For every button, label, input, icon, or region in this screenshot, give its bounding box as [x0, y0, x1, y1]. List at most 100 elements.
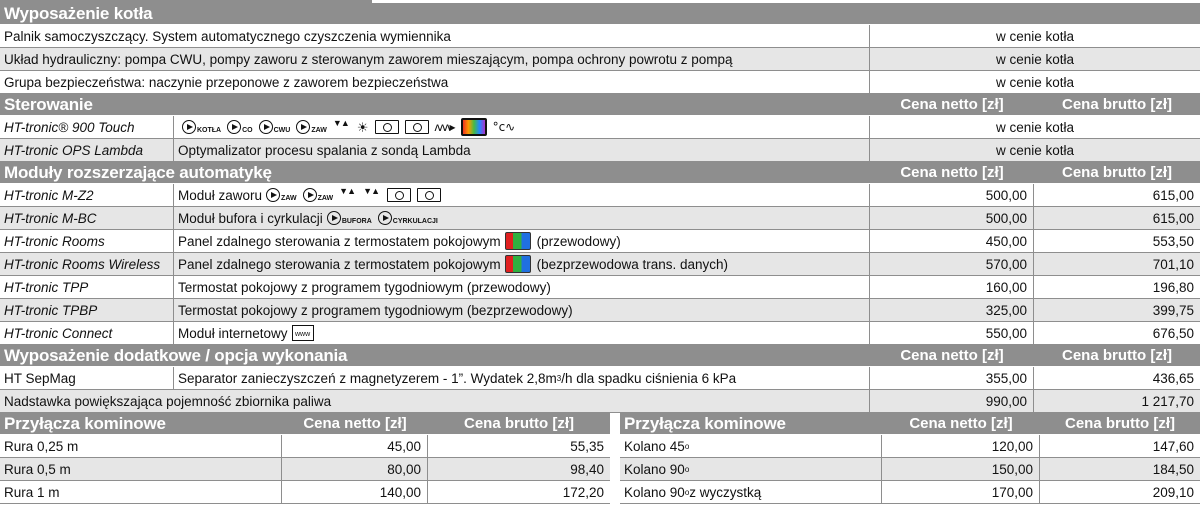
netto-header: Cena netto [zł] [900, 96, 1004, 113]
pump-icon: ZAW [266, 188, 297, 202]
pump-icon: KOTŁA [182, 120, 221, 134]
table-row: HT-tronic Connect Moduł internetowy www … [0, 322, 1200, 345]
row-description: Termostat pokojowy z programem tygodniow… [174, 276, 870, 298]
row-price: w cenie kotła [995, 51, 1075, 67]
feature-icons: KOTŁA CO CWU ZAW ☀ ᴧᴧᴧ▸ °c∿ [174, 116, 870, 138]
price-brutto: 184,50 [1152, 461, 1194, 477]
brutto-header: Cena brutto [zł] [1065, 415, 1175, 432]
product-name: Kolano 90 o [620, 458, 882, 480]
price-brutto: 209,10 [1152, 484, 1194, 500]
section-header-chimney: Przyłącza kominowe Cena netto [zł] Cena … [620, 413, 1200, 435]
table-row: HT-tronic M-BC Moduł bufora i cyrkulacji… [0, 207, 1200, 230]
table-row: Rura 0,5 m 80,00 98,40 [0, 458, 610, 481]
price-netto: 500,00 [870, 207, 1034, 229]
product-name: HT-tronic Rooms Wireless [0, 253, 174, 275]
price-netto: 550,00 [870, 322, 1034, 344]
section-header-chimney: Przyłącza kominowe Cena netto [zł] Cena … [0, 413, 610, 435]
heating-curve-icon: ᴧᴧᴧ▸ [434, 120, 456, 134]
product-name: HT-tronic OPS Lambda [0, 139, 174, 161]
netto-header: Cena netto [zł] [303, 415, 407, 432]
valve-icon [333, 118, 351, 134]
table-row: Układ hydrauliczny: pompa CWU, pompy zaw… [0, 48, 1200, 71]
price-netto: 170,00 [882, 481, 1040, 503]
table-row: Kolano 45 o 120,00 147,60 [620, 435, 1200, 458]
table-row: HT-tronic® 900 Touch KOTŁA CO CWU ZAW ☀ … [0, 116, 1200, 139]
row-description: Moduł bufora i cyrkulacji BUFORA CYRKULA… [174, 207, 870, 229]
row-description: Grupa bezpieczeństwa: naczynie przeponow… [0, 71, 870, 93]
price-brutto: 553,50 [1152, 233, 1194, 249]
row-price: w cenie kotła [995, 119, 1075, 135]
table-row: HT-tronic Rooms Panel zdalnego sterowani… [0, 230, 1200, 253]
brutto-header: Cena brutto [zł] [1062, 164, 1172, 181]
price-brutto: 147,60 [1152, 438, 1194, 454]
section-header-modules: Moduły rozszerzające automatykę Cena net… [0, 162, 1200, 184]
price-netto: 45,00 [282, 435, 428, 457]
table-row: Kolano 90 o z wyczystką 170,00 209,10 [620, 481, 1200, 504]
price-brutto: 615,00 [1152, 187, 1194, 203]
table-row: Kolano 90 o 150,00 184,50 [620, 458, 1200, 481]
price-brutto: 436,65 [1152, 370, 1194, 386]
netto-header: Cena netto [zł] [900, 164, 1004, 181]
section-title: Wyposażenie dodatkowe / opcja wykonania [4, 345, 348, 365]
table-row: Grupa bezpieczeństwa: naczynie przeponow… [0, 71, 1200, 94]
row-description: Moduł zaworu ZAW ZAW [174, 184, 870, 206]
price-brutto: 172,20 [562, 484, 604, 500]
chimney-tables: Przyłącza kominowe Cena netto [zł] Cena … [0, 413, 1200, 504]
pump-icon: CWU [258, 120, 290, 134]
product-name: HT-tronic TPP [0, 276, 174, 298]
price-brutto: 399,75 [1152, 302, 1194, 318]
price-netto: 140,00 [282, 481, 428, 503]
row-description: Termostat pokojowy z programem tygodniow… [174, 299, 870, 321]
row-description: Nadstawka powiększająca pojemność zbiorn… [0, 390, 870, 412]
netto-header: Cena netto [zł] [900, 347, 1004, 364]
price-brutto: 1 217,70 [1141, 393, 1194, 409]
product-name: Rura 0,5 m [0, 458, 282, 480]
netto-header: Cena netto [zł] [909, 415, 1013, 432]
table-row: Palnik samoczyszczący. System automatycz… [0, 25, 1200, 48]
row-description: Separator zanieczyszczeń z magnetyzerem … [174, 367, 870, 389]
chimney-table-right: Przyłącza kominowe Cena netto [zł] Cena … [620, 413, 1200, 504]
solar-icon: ☀ [356, 119, 369, 135]
section-title: Wyposażenie kotła [4, 3, 153, 23]
chimney-table-left: Przyłącza kominowe Cena netto [zł] Cena … [0, 413, 610, 504]
row-description: Panel zdalnego sterowania z termostatem … [174, 253, 870, 275]
table-row: HT-tronic TPBP Termostat pokojowy z prog… [0, 299, 1200, 322]
table-row: HT-tronic M-Z2 Moduł zaworu ZAW ZAW 500,… [0, 184, 1200, 207]
row-price: w cenie kotła [995, 28, 1075, 44]
brutto-header: Cena brutto [zł] [1062, 96, 1172, 113]
price-netto: 355,00 [870, 367, 1034, 389]
product-name: Rura 0,25 m [0, 435, 282, 457]
thermostat-icon [387, 188, 412, 202]
section-title: Moduły rozszerzające automatykę [4, 162, 272, 182]
pump-icon: ZAW [302, 188, 333, 202]
pump-icon: ZAW [296, 120, 327, 134]
section-title: Przyłącza kominowe [4, 413, 166, 433]
price-netto: 990,00 [870, 390, 1034, 412]
section-title: Przyłącza kominowe [624, 413, 786, 433]
product-name: HT-tronic M-Z2 [0, 184, 174, 206]
product-name: HT-tronic M-BC [0, 207, 174, 229]
price-brutto: 701,10 [1152, 256, 1194, 272]
table-row: HT-tronic OPS Lambda Optymalizator proce… [0, 139, 1200, 162]
table-row: HT SepMag Separator zanieczyszczeń z mag… [0, 367, 1200, 390]
row-description: Optymalizator procesu spalania z sondą L… [174, 139, 870, 161]
room-panel-icon [504, 232, 531, 250]
valve-icon [339, 186, 357, 202]
pump-icon: BUFORA [326, 211, 372, 225]
section-header-control: Sterowanie Cena netto [zł] Cena brutto [… [0, 94, 1200, 116]
valve-icon [363, 186, 381, 202]
product-name: HT-tronic TPBP [0, 299, 174, 321]
thermostat-icon [417, 188, 442, 202]
price-netto: 80,00 [282, 458, 428, 480]
price-netto: 150,00 [882, 458, 1040, 480]
price-brutto: 615,00 [1152, 210, 1194, 226]
row-description: Moduł internetowy www [174, 322, 870, 344]
price-netto: 500,00 [870, 184, 1034, 206]
price-brutto: 196,80 [1152, 279, 1194, 295]
section-header-extra: Wyposażenie dodatkowe / opcja wykonania … [0, 345, 1200, 367]
row-description: Palnik samoczyszczący. System automatycz… [0, 25, 870, 47]
table-row: Rura 1 m 140,00 172,20 [0, 481, 610, 504]
internet-icon: www [291, 325, 314, 341]
price-netto: 120,00 [882, 435, 1040, 457]
pump-icon: CYRKULACJI [377, 211, 438, 225]
